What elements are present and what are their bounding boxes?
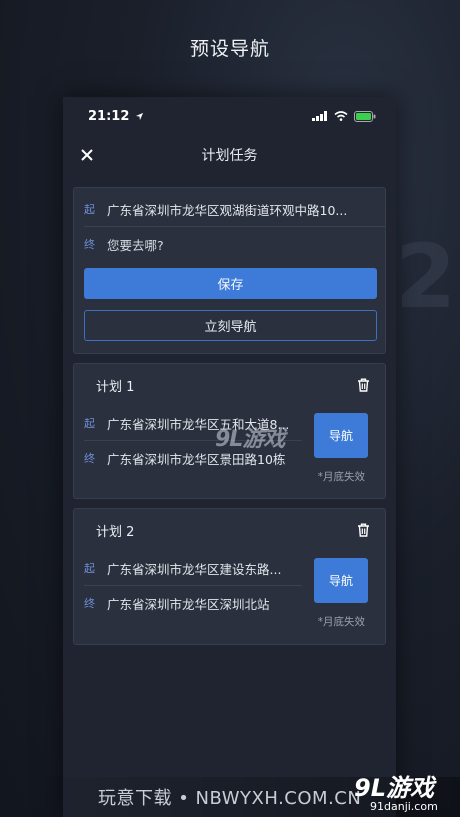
start-tag: 起 <box>84 417 95 430</box>
save-button[interactable]: 保存 <box>84 268 377 299</box>
expire-note: *月底失效 <box>317 616 365 628</box>
plan-name: 计划 1 <box>96 379 135 395</box>
phone-screen: 21:12 计划任务 起 广东省深圳市龙华区观湖街道环观中路10... 终 您要… <box>63 97 396 817</box>
end-field[interactable]: 终 您要去哪? <box>74 227 385 261</box>
status-icons <box>312 110 376 122</box>
plan-header: 计划 1 <box>74 364 385 406</box>
end-tag: 终 <box>84 597 95 610</box>
status-time-group: 21:12 <box>88 109 144 124</box>
logo-url: 91danji.com <box>370 800 438 813</box>
plan-end-row: 终 广东省深圳市龙华区深圳北站 <box>74 586 312 620</box>
plan-end: 广东省深圳市龙华区深圳北站 <box>107 596 270 612</box>
start-value: 广东省深圳市龙华区观湖街道环观中路10... <box>107 202 348 218</box>
signal-icon <box>312 111 327 121</box>
trash-icon <box>357 523 369 537</box>
start-field[interactable]: 起 广东省深圳市龙华区观湖街道环观中路10... <box>74 192 385 226</box>
plan-card-2: 计划 2 起 广东省深圳市龙华区建设东路... 终 广东省深圳市龙华区深圳北站 … <box>73 508 386 645</box>
footer-watermark: 玩意下载 • NBWYXH.COM.CN <box>98 788 362 809</box>
close-button[interactable] <box>77 145 97 165</box>
expire-note: *月底失效 <box>317 471 365 483</box>
background-decoration: 2 <box>395 225 457 328</box>
navigate-button[interactable]: 导航 <box>314 558 368 603</box>
status-bar: 21:12 <box>63 97 396 135</box>
plan-start-row: 起 广东省深圳市龙华区建设东路... <box>74 551 312 585</box>
start-tag: 起 <box>84 562 95 575</box>
plan-start: 广东省深圳市龙华区建设东路... <box>107 561 282 577</box>
page-title: 计划任务 <box>201 148 258 164</box>
wifi-icon <box>334 111 348 121</box>
nav-bar: 计划任务 <box>63 135 396 175</box>
status-time: 21:12 <box>88 108 130 124</box>
route-editor-card: 起 广东省深圳市龙华区观湖街道环观中路10... 终 您要去哪? 保存 立刻导航 <box>73 187 386 354</box>
plan-header: 计划 2 <box>74 509 385 551</box>
end-tag: 终 <box>84 452 95 465</box>
site-logo: 9L游戏 91danji.com <box>350 768 460 817</box>
start-tag: 起 <box>84 203 95 216</box>
plan-name: 计划 2 <box>96 524 135 540</box>
delete-plan-button[interactable] <box>355 522 371 538</box>
battery-icon <box>354 110 376 122</box>
delete-plan-button[interactable] <box>355 377 371 393</box>
watermark-mid: 9L游戏 <box>215 427 285 452</box>
location-arrow-icon <box>136 112 144 120</box>
trash-icon <box>357 378 369 392</box>
end-placeholder: 您要去哪? <box>107 237 164 253</box>
navigate-now-button[interactable]: 立刻导航 <box>84 310 377 341</box>
banner-title: 预设导航 <box>189 38 270 60</box>
plan-routes: 起 广东省深圳市龙华区建设东路... 终 广东省深圳市龙华区深圳北站 导航 <box>74 551 385 620</box>
logo-text: 9L游戏 <box>354 774 434 802</box>
close-icon <box>81 149 93 161</box>
end-tag: 终 <box>84 238 95 251</box>
navigate-button[interactable]: 导航 <box>314 413 368 458</box>
